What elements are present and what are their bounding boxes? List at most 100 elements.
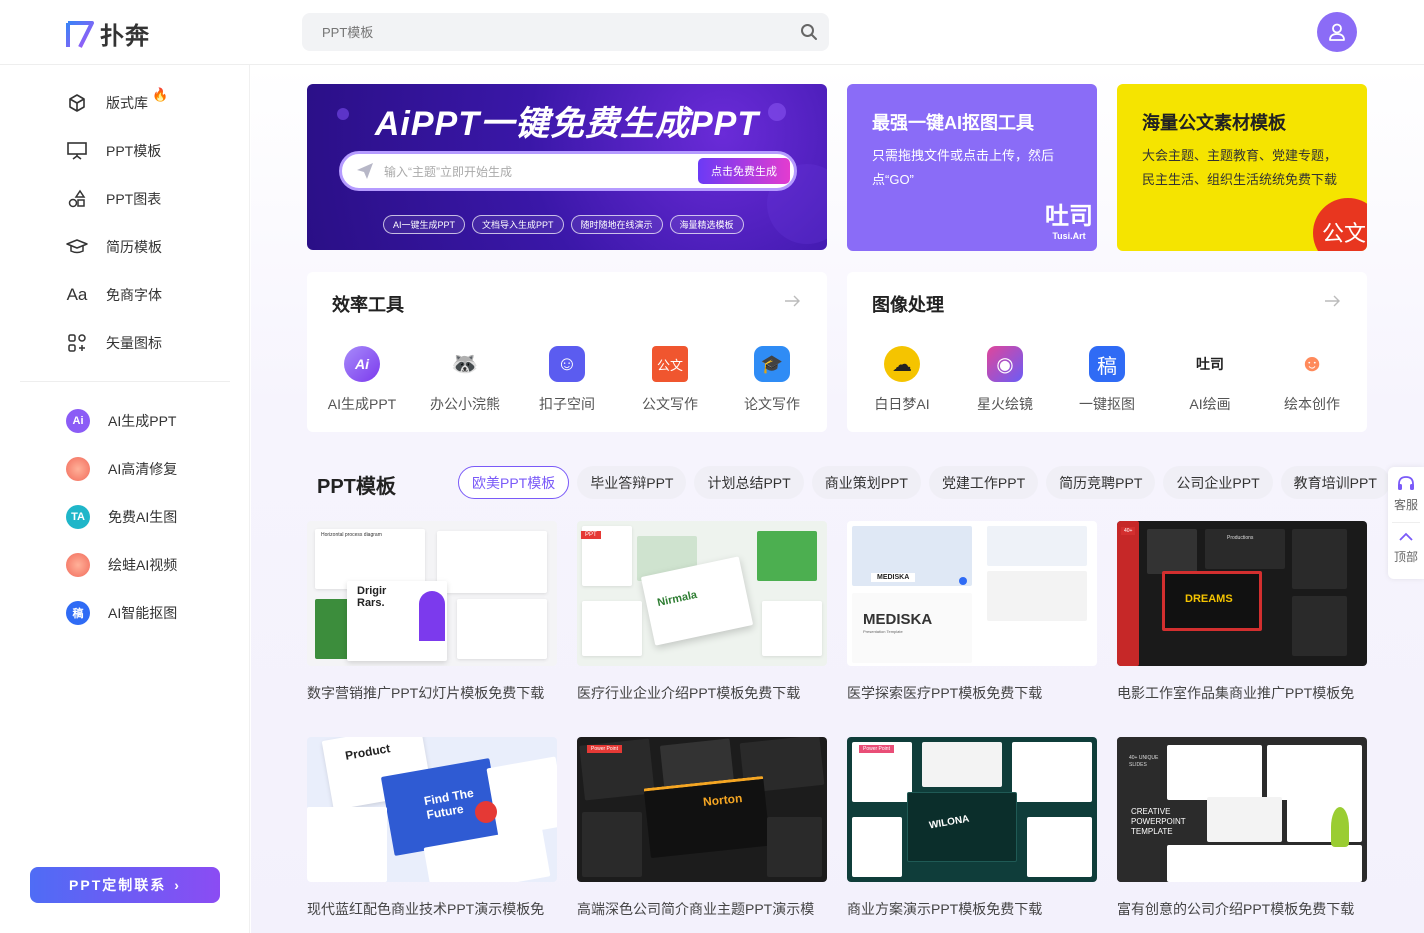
aippt-banner-title: AiPPT一键免费生成PPT — [374, 105, 760, 143]
sidebar-item-fonts[interactable]: Aa 免商字体 — [66, 283, 162, 307]
logo-mark-icon — [66, 20, 94, 48]
cloud-icon: ☁ — [884, 346, 920, 382]
template-card[interactable]: 40+ UNIQUE SLIDES CREATIVE POWERPOINT TE… — [1117, 737, 1367, 919]
sidebar-item-ai-image[interactable]: TA 免费AI生图 — [66, 505, 177, 529]
tool-ai-painting[interactable]: 吐司 AI绘画 — [1165, 346, 1255, 414]
floating-toolbar: 客服 顶部 — [1388, 467, 1424, 579]
tool-thesis-writing[interactable]: 🎓 论文写作 — [727, 346, 817, 414]
template-card[interactable]: Power Point WILONA 商业方案演示PPT模板免费下载 — [847, 737, 1097, 919]
efficiency-tools-card: 效率工具 Ai AI生成PPT 🦝 办公小浣熊 ☺ 扣子空间 公文 公文写作 🎓… — [307, 272, 827, 432]
aippt-tag[interactable]: 海量精选模板 — [669, 215, 744, 234]
logo-text: 扑奔 — [100, 23, 150, 50]
customer-service-button[interactable]: 客服 — [1388, 475, 1424, 513]
tool-label: 论文写作 — [744, 396, 800, 412]
tool-ai-ppt[interactable]: Ai AI生成PPT — [317, 346, 407, 414]
tool-daydream-ai[interactable]: ☁ 白日梦AI — [857, 346, 947, 414]
tool-label: 星火绘镜 — [977, 396, 1033, 412]
template-caption: 富有创意的公司介绍PPT模板免费下载 — [1117, 901, 1355, 917]
tab-graduation-ppt[interactable]: 毕业答辩PPT — [577, 466, 687, 499]
template-caption: 高端深色公司简介商业主题PPT演示模 — [577, 901, 815, 917]
search-input[interactable] — [302, 13, 762, 51]
sidebar-item-layouts[interactable]: 版式库 🔥 — [66, 87, 168, 115]
tab-plan-summary-ppt[interactable]: 计划总结PPT — [694, 466, 804, 499]
tab-education-ppt[interactable]: 教育培训PPT — [1280, 466, 1390, 499]
tool-label: 扣子空间 — [539, 396, 595, 412]
template-thumbnail: DREAMS Productions 40+ — [1117, 521, 1367, 666]
user-avatar[interactable] — [1317, 12, 1357, 52]
arrow-right-icon[interactable] — [1323, 292, 1341, 310]
tusi-logo: 吐司 Tusi.Art — [1045, 203, 1093, 241]
sidebar-item-label: PPT模板 — [106, 143, 162, 159]
template-card[interactable]: Product Find The Future 现代蓝红配色商业技术PPT演示模… — [307, 737, 557, 919]
template-thumbnail: 40+ UNIQUE SLIDES CREATIVE POWERPOINT TE… — [1117, 737, 1367, 882]
tab-resume-ppt[interactable]: 简历竞聘PPT — [1046, 466, 1156, 499]
graduation-cap-icon — [66, 236, 88, 258]
top-header: 扑奔 — [0, 0, 1424, 65]
chevron-right-icon: › — [174, 877, 181, 893]
template-card[interactable]: DREAMS Productions 40+ 电影工作室作品集商业推广PPT模板… — [1117, 521, 1367, 703]
hot-flame-icon: 🔥 — [152, 87, 169, 102]
tool-one-click-cutout[interactable]: 稿 一键抠图 — [1062, 346, 1152, 414]
sidebar-item-ai-video[interactable]: 绘蛙AI视频 — [66, 553, 177, 577]
shapes-icon — [66, 188, 88, 210]
aippt-tag[interactable]: AI一键生成PPT — [383, 215, 466, 234]
tool-picture-book[interactable]: ☻ 绘本创作 — [1267, 346, 1357, 414]
template-thumbnail: Power Point WILONA — [847, 737, 1097, 882]
image-processing-title: 图像处理 — [872, 295, 944, 315]
sidebar-item-ppt-templates[interactable]: PPT模板 — [66, 139, 161, 163]
template-thumbnail: Horizontal process diagram Drigir Rars. — [307, 521, 557, 666]
search-icon[interactable] — [799, 22, 819, 42]
aippt-banner[interactable]: AiPPT一键免费生成PPT 输入“主题”立即开始生成 点击免费生成 AI一键生… — [307, 84, 827, 250]
aippt-generate-button[interactable]: 点击免费生成 — [698, 158, 790, 184]
tool-official-writing[interactable]: 公文 公文写作 — [625, 346, 715, 414]
user-icon — [1329, 23, 1345, 41]
sidebar-item-resume[interactable]: 简历模板 — [66, 235, 162, 259]
tab-business-plan-ppt[interactable]: 商业策划PPT — [811, 466, 921, 499]
tool-label: 白日梦AI — [874, 396, 930, 412]
chevron-up-icon — [1399, 532, 1413, 541]
template-card[interactable]: Horizontal process diagram Drigir Rars. … — [307, 521, 557, 703]
back-to-top-label: 顶部 — [1393, 550, 1418, 564]
ai-cutout-banner[interactable]: 最强一键AI抠图工具 只需拖拽文件或点击上传，然后点“GO” 吐司 Tusi.A… — [847, 84, 1097, 251]
template-thumbnail: MEDISKA MEDISKA Presentation Template — [847, 521, 1097, 666]
tool-spark-lens[interactable]: ◉ 星火绘镜 — [960, 346, 1050, 414]
template-caption: 医疗行业企业介绍PPT模板免费下载 — [577, 685, 801, 701]
ai-video-icon — [66, 553, 90, 577]
sidebar-item-label: 版式库 — [106, 95, 148, 111]
aippt-tag[interactable]: 随时随地在线演示 — [570, 215, 663, 234]
docs-banner-desc: 大会主题、主题教育、党建专题，民主生活、组织生活统统免费下载 — [1142, 148, 1338, 187]
tab-western-ppt[interactable]: 欧美PPT模板 — [458, 466, 570, 499]
docs-banner-title: 海量公文素材模板 — [1142, 113, 1286, 133]
image-processing-card: 图像处理 ☁ 白日梦AI ◉ 星火绘镜 稿 一键抠图 吐司 AI绘画 ☻ 绘本创… — [847, 272, 1367, 432]
aippt-topic-input[interactable]: 输入“主题”立即开始生成 点击免费生成 — [339, 151, 797, 191]
ppt-custom-contact-button[interactable]: PPT定制联系 › — [30, 867, 220, 903]
vector-grid-icon — [66, 332, 88, 354]
sidebar-item-ai-restore[interactable]: AI高清修复 — [66, 457, 177, 481]
template-card[interactable]: MEDISKA MEDISKA Presentation Template 医学… — [847, 521, 1097, 703]
sidebar-item-ppt-charts[interactable]: PPT图表 — [66, 187, 161, 211]
aippt-input-placeholder: 输入“主题”立即开始生成 — [384, 165, 512, 179]
tab-company-ppt[interactable]: 公司企业PPT — [1163, 466, 1273, 499]
aippt-tag[interactable]: 文档导入生成PPT — [472, 215, 564, 234]
template-caption: 医学探索医疗PPT模板免费下载 — [847, 685, 1043, 701]
tool-coze-space[interactable]: ☺ 扣子空间 — [522, 346, 612, 414]
sidebar-item-vector-icons[interactable]: 矢量图标 — [66, 331, 162, 355]
back-to-top-button[interactable]: 顶部 — [1388, 529, 1424, 565]
arrow-right-icon[interactable] — [783, 292, 801, 310]
template-card[interactable]: PPT Nirmala 医疗行业企业介绍PPT模板免费下载 — [577, 521, 827, 703]
tool-raccoon[interactable]: 🦝 办公小浣熊 — [420, 346, 510, 414]
official-docs-banner[interactable]: 海量公文素材模板 大会主题、主题教育、党建专题，民主生活、组织生活统统免费下载 … — [1117, 84, 1367, 251]
template-caption: 电影工作室作品集商业推广PPT模板免 — [1117, 685, 1355, 701]
cutout-icon: 稿 — [1089, 346, 1125, 382]
sidebar-item-ai-ppt[interactable]: Ai AI生成PPT — [66, 409, 176, 433]
cutout-banner-title: 最强一键AI抠图工具 — [872, 113, 1034, 133]
send-icon — [357, 163, 373, 179]
tool-label: 公文写作 — [642, 396, 698, 412]
tab-party-building-ppt[interactable]: 党建工作PPT — [928, 466, 1039, 499]
template-caption: 数字营销推广PPT幻灯片模板免费下载 — [307, 685, 545, 701]
sidebar-item-ai-cutout[interactable]: 稿 AI智能抠图 — [66, 601, 177, 625]
ai-image-icon: TA — [66, 505, 90, 529]
site-logo[interactable]: 扑奔 — [66, 16, 150, 51]
floating-divider — [1392, 522, 1420, 523]
template-card[interactable]: Power Point Norton 高端深色公司简介商业主题PPT演示模 — [577, 737, 827, 919]
